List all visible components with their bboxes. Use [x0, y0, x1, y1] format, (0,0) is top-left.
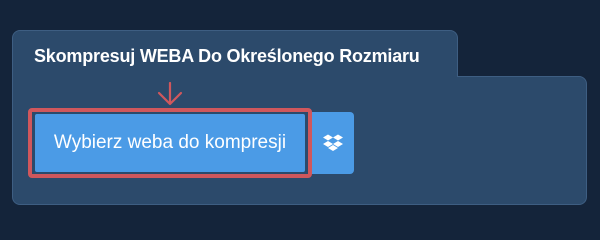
- panel-seam: [13, 70, 457, 84]
- choose-file-button[interactable]: Wybierz weba do kompresji: [35, 114, 305, 172]
- arrow-down-icon: [157, 82, 183, 106]
- choose-file-label: Wybierz weba do kompresji: [53, 132, 287, 153]
- dropbox-button[interactable]: [312, 112, 354, 174]
- dropbox-icon: [323, 134, 343, 151]
- panel-title: Skompresuj WEBA Do Określonego Rozmiaru: [34, 46, 420, 66]
